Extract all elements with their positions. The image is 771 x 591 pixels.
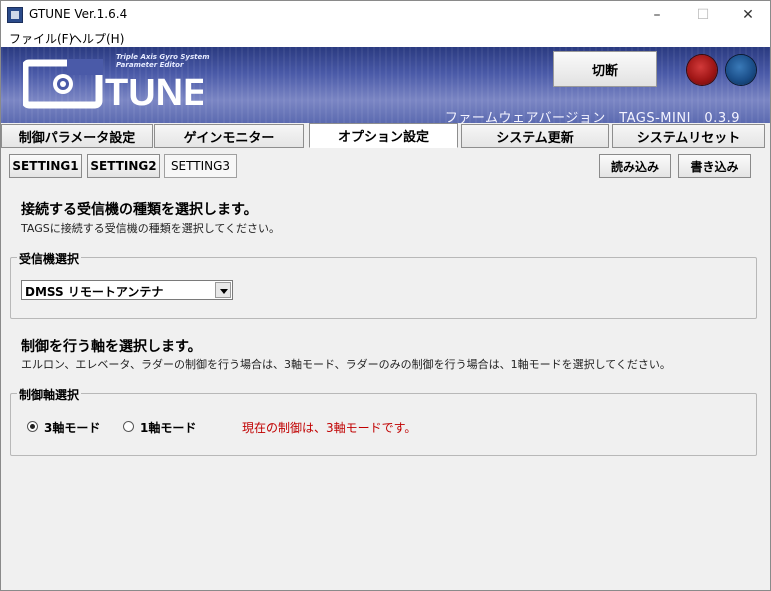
write-button[interactable]: 書き込み (678, 154, 751, 178)
tab-option-settings[interactable]: オプション設定 (309, 123, 458, 148)
axis-section-title: 制御を行う軸を選択します。 (21, 339, 202, 355)
receiver-group-label: 受信機選択 (17, 250, 82, 267)
tab-gain-monitor[interactable]: ゲインモニター (154, 124, 304, 148)
main-tabs: 制御パラメータ設定 ゲインモニター オプション設定 システム更新 システムリセッ… (1, 123, 770, 148)
receiver-select-value: DMSS リモートアンテナ (25, 285, 164, 299)
load-button[interactable]: 読み込み (599, 154, 671, 178)
radio-3axis[interactable] (27, 421, 38, 432)
status-led-red (687, 55, 717, 85)
menu-help[interactable]: ヘルプ(H) (70, 30, 124, 47)
firmware-version: ファームウェアバージョン TAGS-MINI 0.3.9 (444, 111, 740, 123)
axis-status-text: 現在の制御は、3軸モードです。 (242, 421, 417, 435)
subtab-setting2[interactable]: SETTING2 (87, 154, 160, 178)
minimize-button[interactable]: – (634, 1, 680, 29)
menu-bar: ファイル(F) ヘルプ(H) (1, 29, 770, 47)
chevron-down-icon[interactable] (215, 282, 231, 298)
app-window: GTUNE Ver.1.6.4 – ☐ ✕ ファイル(F) ヘルプ(H) TUN… (0, 0, 771, 591)
radio-3axis-label[interactable]: 3軸モード (44, 419, 100, 436)
tab-control-parameters[interactable]: 制御パラメータ設定 (1, 124, 153, 148)
subtab-setting1[interactable]: SETTING1 (9, 154, 82, 178)
subtab-setting3[interactable]: SETTING3 (164, 154, 237, 178)
radio-1axis[interactable] (123, 421, 134, 432)
status-led-blue (726, 55, 756, 85)
logo-text: TUNE (105, 72, 203, 111)
maximize-button[interactable]: ☐ (680, 1, 726, 29)
axis-group-label: 制御軸選択 (17, 386, 82, 403)
receiver-section-description: TAGSに接続する受信機の種類を選択してください。 (21, 222, 281, 235)
tab-system-update[interactable]: システム更新 (461, 124, 609, 148)
menu-file[interactable]: ファイル(F) (9, 30, 73, 47)
logo-subtitle: Triple Axis Gyro System Parameter Editor (116, 53, 210, 69)
disconnect-button[interactable]: 切断 (553, 51, 657, 87)
tab-system-reset[interactable]: システムリセット (612, 124, 765, 148)
title-bar: GTUNE Ver.1.6.4 – ☐ ✕ (1, 1, 770, 29)
axis-section-description: エルロン、エレベータ、ラダーの制御を行う場合は、3軸モード、ラダーのみの制御を行… (21, 358, 671, 371)
window-title: GTUNE Ver.1.6.4 (29, 7, 128, 21)
header-banner: TUNE Triple Axis Gyro System Parameter E… (1, 47, 770, 123)
receiver-section-title: 接続する受信機の種類を選択します。 (21, 202, 258, 218)
radio-1axis-label[interactable]: 1軸モード (140, 419, 196, 436)
app-icon (7, 7, 23, 23)
close-button[interactable]: ✕ (725, 1, 771, 29)
receiver-select[interactable]: DMSS リモートアンテナ (21, 280, 233, 300)
